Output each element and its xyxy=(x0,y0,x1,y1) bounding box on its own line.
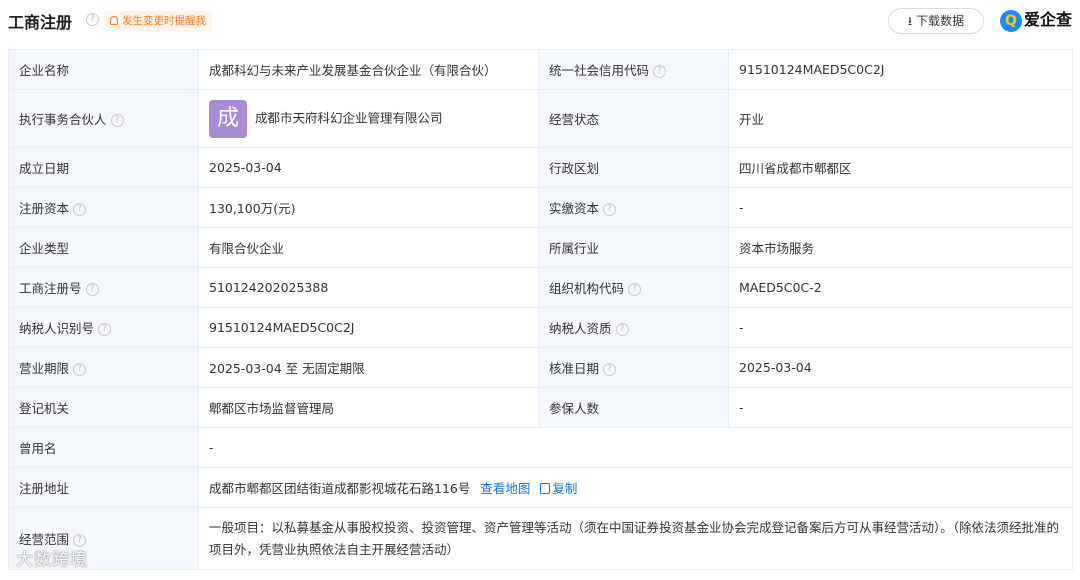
table-row: 纳税人识别号? 91510124MAED5C0C2J 纳税人资质? - xyxy=(8,307,1073,348)
change-alert-button[interactable]: 发生变更时提醒我 xyxy=(104,11,212,31)
value-industry: 资本市场服务 xyxy=(728,227,1073,268)
table-row: 营业期限? 2025-03-04 至 无固定期限 核准日期? 2025-03-0… xyxy=(8,347,1073,388)
value-taxpayer-qualification: - xyxy=(728,307,1073,348)
value-registered-address: 成都市郫都区团结街道成都影视城花石路116号 查看地图 复制 xyxy=(198,467,1073,508)
download-icon: ⭳ xyxy=(907,14,913,28)
view-map-link[interactable]: 查看地图 xyxy=(480,481,530,496)
label-text: 执行事务合伙人 xyxy=(19,112,107,127)
bell-icon xyxy=(110,16,118,25)
value-approval-date: 2025-03-04 xyxy=(728,347,1073,388)
label-text: 核准日期 xyxy=(549,361,600,376)
label-text: 营业期限 xyxy=(19,361,70,376)
help-icon[interactable]: ? xyxy=(86,13,99,26)
label-text: 工商注册号 xyxy=(19,281,82,296)
table-row: 登记机关 郫都区市场监督管理局 参保人数 - xyxy=(8,387,1073,428)
label-org-code: 组织机构代码? xyxy=(538,267,729,308)
partner-name[interactable]: 成都市天府科幻企业管理有限公司 xyxy=(255,110,443,125)
label-registered-address: 注册地址 xyxy=(8,467,199,508)
value-business-term: 2025-03-04 至 无固定期限 xyxy=(198,347,539,388)
logo-icon: Q xyxy=(1000,9,1022,32)
label-approval-date: 核准日期? xyxy=(538,347,729,388)
copy-icon[interactable] xyxy=(540,483,551,494)
label-business-term: 营业期限? xyxy=(8,347,199,388)
help-icon[interactable]: ? xyxy=(628,283,642,296)
help-icon[interactable]: ? xyxy=(615,323,629,336)
help-icon[interactable]: ? xyxy=(603,363,617,376)
download-label: 下载数据 xyxy=(916,14,965,28)
label-company-name: 企业名称 xyxy=(8,49,199,90)
table-row: 经营范围? 一般项目：以私募基金从事股权投资、投资管理、资产管理等活动（须在中国… xyxy=(8,507,1073,570)
value-taxpayer-id: 91510124MAED5C0C2J xyxy=(198,307,539,348)
value-company-type: 有限合伙企业 xyxy=(198,227,539,268)
value-business-status: 开业 xyxy=(728,89,1073,148)
label-text: 统一社会信用代码 xyxy=(549,63,650,78)
label-insured-count: 参保人数 xyxy=(538,387,729,428)
value-former-name: - xyxy=(198,427,1073,468)
table-row: 成立日期 2025-03-04 行政区划 四川省成都市郫都区 xyxy=(8,147,1073,188)
table-row: 执行事务合伙人? 成成都市天府科幻企业管理有限公司 经营状态 开业 xyxy=(8,89,1073,148)
logo-text: 爱企查 xyxy=(1024,10,1073,29)
value-insured-count: - xyxy=(728,387,1073,428)
table-row: 曾用名 - xyxy=(8,427,1073,468)
label-text: 纳税人资质 xyxy=(549,321,612,336)
value-registration-number: 510124202025388 xyxy=(198,267,539,308)
address-text: 成都市郫都区团结街道成都影视城花石路116号 xyxy=(209,481,471,496)
value-executive-partner[interactable]: 成成都市天府科幻企业管理有限公司 xyxy=(198,89,539,148)
table-row: 工商注册号? 510124202025388 组织机构代码? MAED5C0C-… xyxy=(8,267,1073,308)
label-former-name: 曾用名 xyxy=(8,427,199,468)
section-title: 工商注册 xyxy=(8,13,73,32)
label-established-date: 成立日期 xyxy=(8,147,199,188)
help-icon[interactable]: ? xyxy=(603,203,617,216)
table-row: 企业类型 有限合伙企业 所属行业 资本市场服务 xyxy=(8,227,1073,268)
value-paid-capital: - xyxy=(728,187,1073,228)
business-registration-table: 企业名称 成都科幻与未来产业发展基金合伙企业（有限合伙） 统一社会信用代码? 9… xyxy=(8,49,1073,570)
label-registration-number: 工商注册号? xyxy=(8,267,199,308)
label-text: 实缴资本 xyxy=(549,201,600,216)
download-data-button[interactable]: ⭳ 下载数据 xyxy=(888,8,984,34)
table-row: 注册地址 成都市郫都区团结街道成都影视城花石路116号 查看地图 复制 xyxy=(8,467,1073,508)
label-taxpayer-id: 纳税人识别号? xyxy=(8,307,199,348)
table-row: 注册资本? 130,100万(元) 实缴资本? - xyxy=(8,187,1073,228)
copy-link[interactable]: 复制 xyxy=(552,481,577,496)
label-text: 注册资本 xyxy=(19,201,70,216)
value-registration-authority: 郫都区市场监督管理局 xyxy=(198,387,539,428)
watermark: 大数跨境 xyxy=(16,550,88,570)
label-registered-capital: 注册资本? xyxy=(8,187,199,228)
label-paid-capital: 实缴资本? xyxy=(538,187,729,228)
label-executive-partner: 执行事务合伙人? xyxy=(8,89,199,148)
value-admin-region: 四川省成都市郫都区 xyxy=(728,147,1073,188)
help-icon[interactable]: ? xyxy=(110,114,124,127)
help-icon[interactable]: ? xyxy=(85,283,99,296)
value-business-scope: 一般项目：以私募基金从事股权投资、投资管理、资产管理等活动（须在中国证券投资基金… xyxy=(198,507,1073,570)
help-icon[interactable]: ? xyxy=(653,65,667,78)
value-org-code: MAED5C0C-2 xyxy=(728,267,1073,308)
partner-avatar: 成 xyxy=(209,99,247,138)
help-icon[interactable]: ? xyxy=(98,323,112,336)
label-company-type: 企业类型 xyxy=(8,227,199,268)
value-credit-code: 91510124MAED5C0C2J xyxy=(728,49,1073,90)
value-company-name: 成都科幻与未来产业发展基金合伙企业（有限合伙） xyxy=(198,49,539,90)
section-header: 工商注册 ? 发生变更时提醒我 ⭳ 下载数据 Q 爱企查 xyxy=(0,0,1080,42)
label-business-status: 经营状态 xyxy=(538,89,729,148)
label-credit-code: 统一社会信用代码? xyxy=(538,49,729,90)
value-established-date: 2025-03-04 xyxy=(198,147,539,188)
aiqicha-logo: Q 爱企查 xyxy=(1000,7,1072,33)
label-registration-authority: 登记机关 xyxy=(8,387,199,428)
label-text: 纳税人识别号 xyxy=(19,321,95,336)
table-row: 企业名称 成都科幻与未来产业发展基金合伙企业（有限合伙） 统一社会信用代码? 9… xyxy=(8,49,1073,90)
label-text: 组织机构代码 xyxy=(549,281,625,296)
value-registered-capital: 130,100万(元) xyxy=(198,187,539,228)
label-admin-region: 行政区划 xyxy=(538,147,729,188)
label-taxpayer-qualification: 纳税人资质? xyxy=(538,307,729,348)
help-icon[interactable]: ? xyxy=(73,203,87,216)
change-alert-label: 发生变更时提醒我 xyxy=(122,15,206,27)
help-icon[interactable]: ? xyxy=(73,363,87,376)
label-industry: 所属行业 xyxy=(538,227,729,268)
